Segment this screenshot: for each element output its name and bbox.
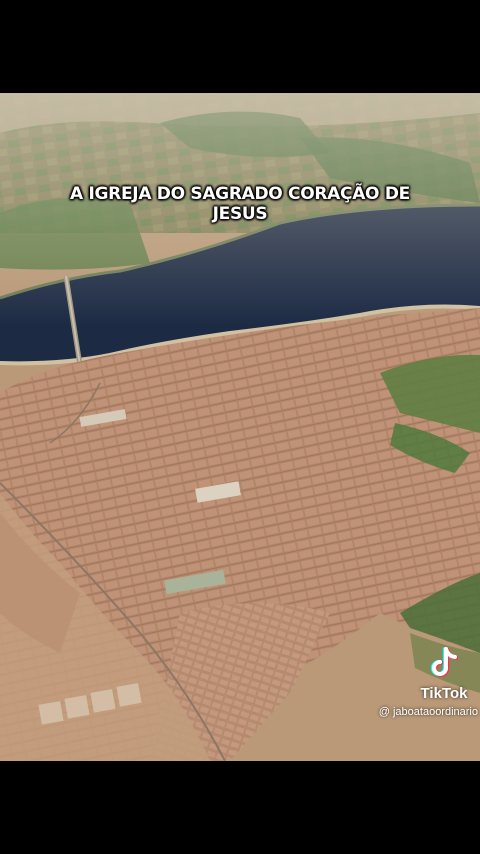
video-caption: A IGREJA DO SAGRADO CORAÇÃO DE JESUS (30, 184, 450, 224)
caption-line-2: JESUS (212, 204, 268, 224)
letterbox-top (0, 0, 480, 93)
caption-line-1: A IGREJA DO SAGRADO CORAÇÃO DE (70, 184, 410, 204)
tiktok-note-icon (429, 646, 459, 680)
tiktok-brand-label: TikTok (420, 685, 468, 702)
letterbox-bottom (0, 761, 480, 854)
creator-username: @ jaboataoordinario (378, 706, 478, 718)
